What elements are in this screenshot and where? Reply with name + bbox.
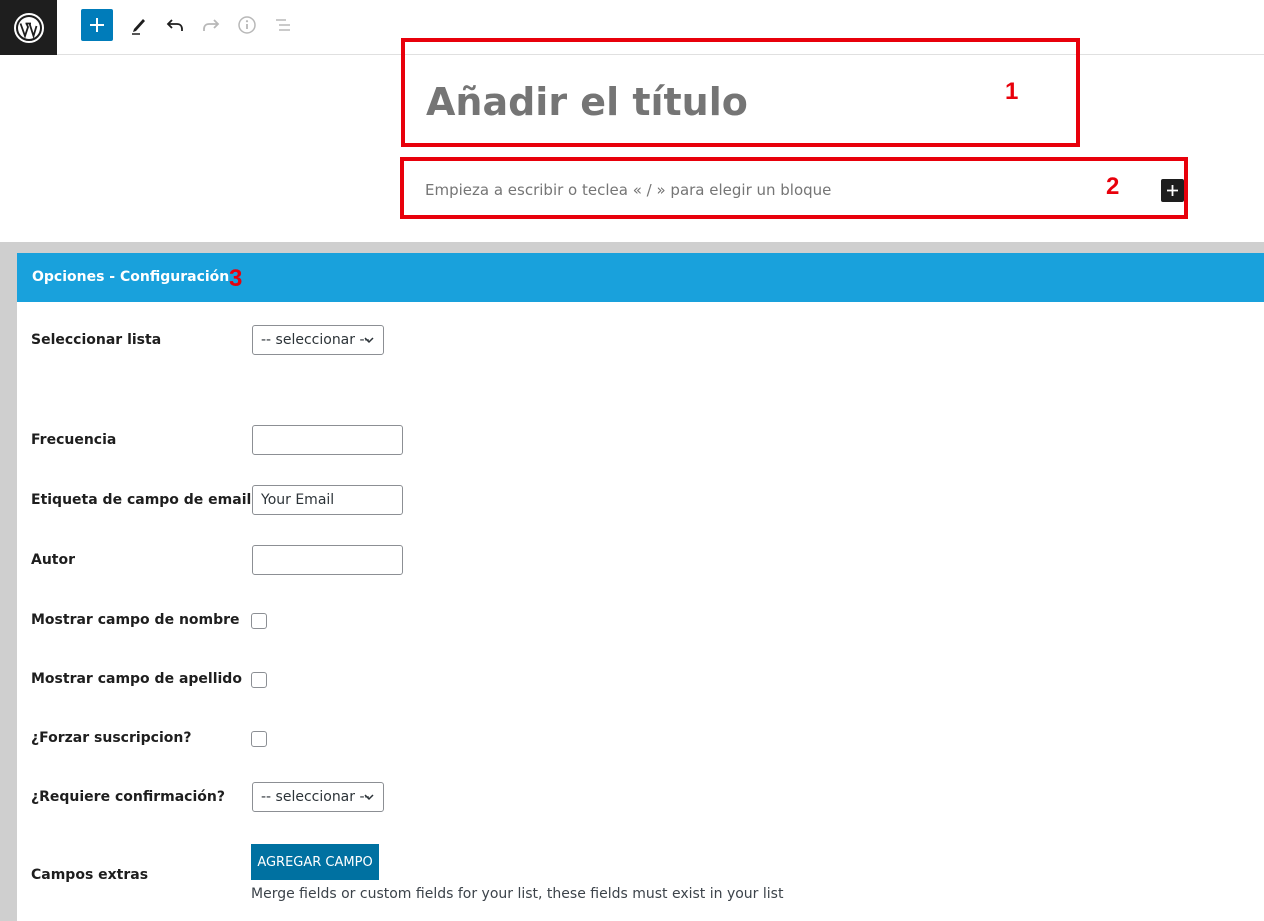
tools-edit-button[interactable] xyxy=(123,9,155,41)
redo-icon xyxy=(203,19,220,31)
confirmation-dropdown[interactable]: -- seleccionar -- xyxy=(252,782,384,812)
show-lastname-label: Mostrar campo de apellido xyxy=(31,671,242,687)
add-block-button[interactable] xyxy=(81,9,113,41)
extra-fields-help-text: Merge fields or custom fields for your l… xyxy=(251,886,784,902)
chevron-down-icon xyxy=(364,337,374,344)
email-label-label: Etiqueta de campo de email xyxy=(31,492,252,508)
list-view-icon xyxy=(276,19,290,31)
wordpress-icon xyxy=(13,12,44,43)
force-subscription-label: ¿Forzar suscripcion? xyxy=(31,730,192,746)
extra-fields-label: Campos extras xyxy=(31,867,149,883)
confirmation-label: ¿Requiere confirmación? xyxy=(31,789,225,805)
pencil-icon xyxy=(132,19,145,35)
undo-button[interactable] xyxy=(159,9,191,41)
block-inserter-button[interactable] xyxy=(1161,179,1184,202)
annotation-3: 3 xyxy=(229,265,243,292)
author-label: Autor xyxy=(31,552,76,568)
undo-icon xyxy=(166,19,183,31)
frequency-input[interactable] xyxy=(252,425,403,455)
show-name-checkbox[interactable] xyxy=(251,613,267,629)
add-field-button[interactable]: AGREGAR CAMPO xyxy=(251,844,379,880)
confirmation-value: -- seleccionar -- xyxy=(261,789,370,805)
options-metabox xyxy=(17,253,1264,921)
plus-icon xyxy=(90,18,104,32)
frequency-label: Frecuencia xyxy=(31,432,117,448)
show-name-label: Mostrar campo de nombre xyxy=(31,612,240,628)
author-input[interactable] xyxy=(252,545,403,575)
wordpress-logo-button[interactable] xyxy=(0,0,57,55)
metabox-title: Opciones - Configuración xyxy=(32,269,230,285)
force-subscription-checkbox[interactable] xyxy=(251,731,267,747)
select-list-label: Seleccionar lista xyxy=(31,332,162,348)
annotation-1: 1 xyxy=(1005,78,1019,105)
block-appender-input[interactable]: Empieza a escribir o teclea « / » para e… xyxy=(425,181,831,199)
email-label-input[interactable]: Your Email xyxy=(252,485,403,515)
list-view-button[interactable] xyxy=(267,9,299,41)
info-icon xyxy=(238,16,256,34)
plus-icon xyxy=(1167,185,1178,196)
details-button[interactable] xyxy=(231,9,263,41)
show-lastname-checkbox[interactable] xyxy=(251,672,267,688)
select-list-dropdown[interactable]: -- seleccionar -- xyxy=(252,325,384,355)
annotation-2: 2 xyxy=(1106,173,1120,200)
post-title-input[interactable]: Añadir el título xyxy=(426,80,748,124)
chevron-down-icon xyxy=(364,794,374,801)
redo-button[interactable] xyxy=(195,9,227,41)
select-list-value: -- seleccionar -- xyxy=(261,332,370,348)
